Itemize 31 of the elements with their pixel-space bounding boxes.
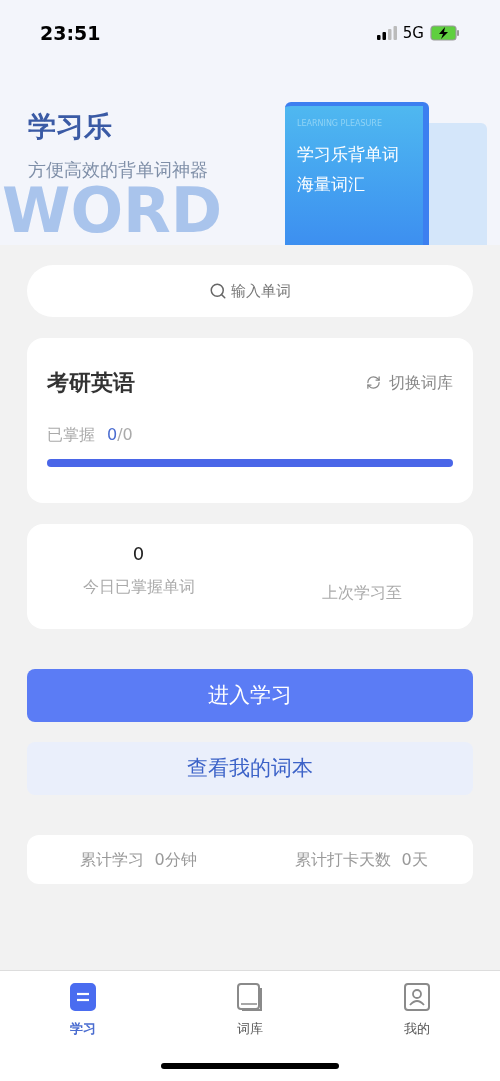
book-tag: LEARNING PLEASURE <box>297 118 411 130</box>
tab-item[interactable]: 我的 <box>333 983 500 1039</box>
status-time: 23:51 <box>40 20 101 46</box>
person-icon <box>403 983 430 1011</box>
book-line: 学习乐背单词 <box>297 143 400 166</box>
progress-label: 已掌握 <box>47 424 95 446</box>
signal-icon <box>376 26 397 40</box>
network-label: 5G <box>402 22 424 44</box>
search-placeholder: 输入单词 <box>231 280 291 302</box>
stat-text: 累计打卡天数 0天 <box>294 848 429 871</box>
tab-item[interactable]: 词库 <box>166 983 334 1039</box>
start-study-button[interactable]: 进入学习 <box>27 669 473 722</box>
wordbook-title: 考研英语 <box>47 369 135 397</box>
app-subtitle: 方便高效的背单词神器 <box>28 158 208 182</box>
refresh-icon <box>366 375 381 390</box>
stat-text: 累计学习 0分钟 <box>79 848 198 871</box>
search-icon <box>209 282 227 300</box>
switch-wordbook-button[interactable]: 切换词库 <box>366 370 453 395</box>
search-field[interactable]: 输入单词 <box>27 265 473 317</box>
progress-count: 0/0 <box>107 424 133 446</box>
book-line: 海量词汇 <box>297 172 366 196</box>
battery-icon <box>430 25 460 41</box>
book-icon <box>237 983 263 1011</box>
wordbook-button[interactable]: 查看我的词本 <box>27 742 473 795</box>
today-label: 今日已掌握单词 <box>82 576 195 598</box>
tab-item[interactable]: 学习 <box>0 983 167 1039</box>
today-count: 0 <box>132 542 145 566</box>
list-icon <box>70 983 97 1011</box>
last-study-label: 上次学习至 <box>321 582 402 604</box>
background-word: WORD <box>2 180 223 242</box>
app-title: 学习乐 <box>28 109 113 145</box>
